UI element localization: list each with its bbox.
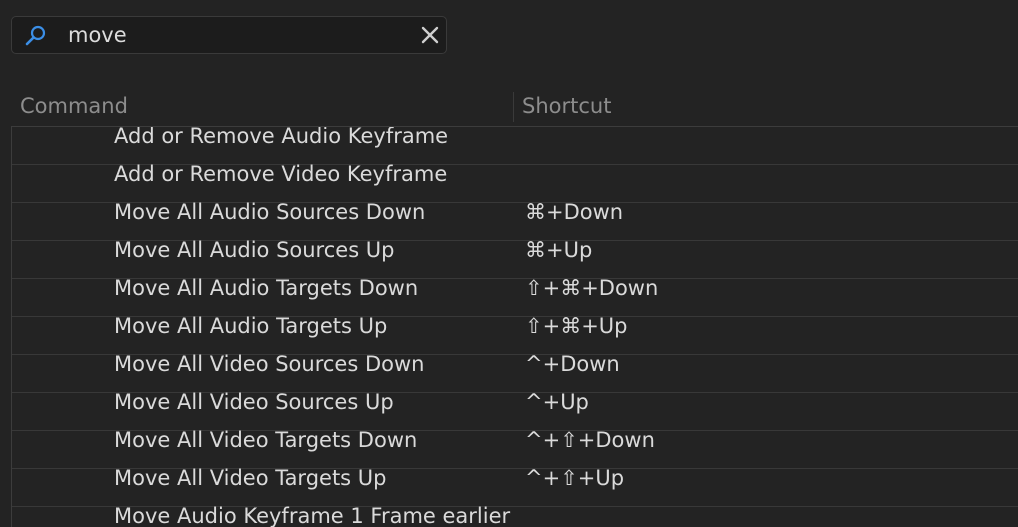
search-field[interactable] bbox=[11, 16, 447, 54]
shortcut-cell[interactable]: ⇧+⌘+Up bbox=[525, 314, 628, 338]
shortcut-cell[interactable]: ^+⇧+Down bbox=[525, 428, 655, 452]
search-icon bbox=[25, 25, 46, 46]
table-header: Command Shortcut bbox=[0, 88, 1018, 126]
table-row[interactable]: Move All Audio Targets Down ⇧+⌘+Down bbox=[12, 276, 1018, 317]
column-header-command[interactable]: Command bbox=[20, 92, 128, 120]
table-row[interactable]: Move All Video Targets Down ^+⇧+Down bbox=[12, 428, 1018, 469]
table-row[interactable]: Add or Remove Video Keyframe bbox=[12, 162, 1018, 203]
shortcut-cell[interactable]: ^+Up bbox=[525, 390, 589, 414]
table-row[interactable]: Move Audio Keyframe 1 Frame earlier bbox=[12, 504, 1018, 527]
table-row[interactable]: Move All Video Sources Down ^+Down bbox=[12, 352, 1018, 393]
column-divider[interactable] bbox=[513, 92, 514, 122]
close-icon[interactable] bbox=[420, 25, 440, 45]
command-cell: Add or Remove Audio Keyframe bbox=[114, 126, 449, 148]
command-cell: Move All Video Sources Down bbox=[114, 352, 425, 376]
table-row[interactable]: Move All Video Sources Up ^+Up bbox=[12, 390, 1018, 431]
command-cell: Move All Video Sources Up bbox=[114, 390, 394, 414]
command-cell: Move All Audio Sources Down bbox=[114, 200, 426, 224]
command-cell: Move Audio Keyframe 1 Frame earlier bbox=[114, 504, 511, 527]
search-input[interactable] bbox=[68, 21, 408, 49]
table-row[interactable]: Add or Remove Audio Keyframe bbox=[12, 127, 1018, 165]
command-cell: Move All Audio Targets Down bbox=[114, 276, 419, 300]
command-cell: Move All Video Targets Up bbox=[114, 466, 387, 490]
command-cell: Move All Audio Sources Up bbox=[114, 238, 395, 262]
shortcut-cell[interactable]: ⇧+⌘+Down bbox=[525, 276, 658, 300]
shortcut-cell[interactable]: ⌘+Down bbox=[525, 200, 623, 224]
table-row[interactable]: Move All Audio Sources Down ⌘+Down bbox=[12, 200, 1018, 241]
column-header-shortcut[interactable]: Shortcut bbox=[522, 92, 611, 120]
command-cell: Add or Remove Video Keyframe bbox=[114, 162, 448, 186]
command-cell: Move All Audio Targets Up bbox=[114, 314, 388, 338]
shortcut-cell[interactable]: ⌘+Up bbox=[525, 238, 592, 262]
shortcut-cell[interactable]: ^+Down bbox=[525, 352, 620, 376]
command-cell: Move All Video Targets Down bbox=[114, 428, 418, 452]
table-row[interactable]: Move All Audio Targets Up ⇧+⌘+Up bbox=[12, 314, 1018, 355]
command-table: Add or Remove Audio Keyframe Add or Remo… bbox=[11, 126, 1018, 527]
shortcut-cell[interactable]: ^+⇧+Up bbox=[525, 466, 624, 490]
table-row[interactable]: Move All Video Targets Up ^+⇧+Up bbox=[12, 466, 1018, 507]
table-row[interactable]: Move All Audio Sources Up ⌘+Up bbox=[12, 238, 1018, 279]
